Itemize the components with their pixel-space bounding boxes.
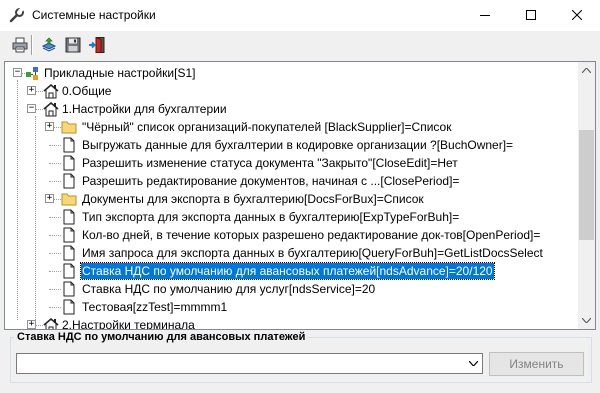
folder-icon [61,119,77,135]
tree-connector [49,163,61,164]
printer-icon [12,37,28,53]
plus-icon: + [46,121,53,131]
group-caption: Ставка НДС по умолчанию для авансовых пл… [14,331,309,343]
tree-node-label[interactable]: Прикладные настройки[S1] [43,65,196,81]
wrench-icon [9,8,24,23]
exit-button[interactable] [86,34,108,56]
expand-toggle[interactable]: + [45,193,54,203]
expand-toggle[interactable]: + [27,319,36,329]
chevron-up-icon [582,68,591,73]
expand-toggle[interactable]: + [45,121,54,131]
tree-node-label[interactable]: Кол-во дней, в течение которых разрешено… [81,227,541,243]
minus-icon: − [28,103,35,113]
tree-node[interactable]: + "Чёрный" список организаций-покупателей… [5,118,575,136]
tree-node[interactable]: Имя запроса для экспорта данных в бухгал… [5,244,575,262]
expand-toggle[interactable]: + [27,85,36,95]
tree-connector [49,289,61,290]
tree-connector [49,271,61,272]
house-icon [43,101,59,117]
tree-node[interactable]: − Прикладные настройки[S1] [5,64,575,82]
combo-dropdown-button[interactable] [465,354,482,373]
tree-node-label-selected[interactable]: Ставка НДС по умолчанию для авансовых пл… [80,262,495,280]
tree-node[interactable]: + Документы для экспорта в бухгалтерию[Do… [5,190,575,208]
tree-node-label[interactable]: Имя запроса для экспорта данных в бухгал… [81,245,544,261]
maximize-icon [526,10,536,20]
minimize-button[interactable] [462,0,508,31]
scrollbar-thumb[interactable] [579,130,594,240]
document-icon [61,209,77,225]
plus-icon: + [28,85,35,95]
exit-door-icon [89,37,105,53]
tree-node-label[interactable]: 2.Настройки терминала [61,317,196,329]
tree-connector [49,253,61,254]
floppy-disk-icon [65,37,81,53]
collapse-toggle[interactable]: − [27,103,36,113]
tree-node-label[interactable]: 1.Настройки для бухгалтерии [61,101,228,117]
tree-node[interactable]: Кол-во дней, в течение которых разрешено… [5,226,575,244]
minimize-icon [480,15,490,16]
tree-node[interactable]: Тестовая[zzTest]=mmmm1 [5,298,575,316]
tree-node[interactable]: Ставка НДС по умолчанию для авансовых пл… [5,262,575,280]
tree-node-label[interactable]: Документы для экспорта в бухгалтерию[Doc… [81,191,425,207]
tree-node[interactable]: − 1.Настройки для бухгалтерии [5,100,575,118]
import-button[interactable] [38,34,60,56]
tree-node[interactable]: Тип экспорта для экспорта данных в бухга… [5,208,575,226]
plus-icon: + [46,193,53,203]
tree-node[interactable]: Выгружать данные для бухгалтерии в кодир… [5,136,575,154]
toolbar-separator [31,35,33,55]
value-combobox[interactable] [16,353,483,374]
minus-icon: − [14,67,21,77]
tree-node-label[interactable]: Выгружать данные для бухгалтерии в кодир… [81,137,514,153]
tree-connector [49,217,61,218]
tree-node-label[interactable]: "Чёрный" список организаций-покупателей … [81,119,452,135]
document-icon [61,173,77,189]
change-button[interactable]: Изменить [489,352,584,376]
print-button[interactable] [9,34,31,56]
window-title: Системные настройки [32,8,156,22]
scroll-down-button[interactable] [578,312,595,329]
chevron-down-icon [582,318,591,323]
house-icon [43,317,59,329]
tree-root-icon [25,65,41,81]
document-icon [61,299,77,315]
tree-node-label[interactable]: Разрешить изменение статуса документа "З… [81,155,459,171]
upload-icon [41,37,57,52]
tree-node-label[interactable]: Ставка НДС по умолчанию для услуг[ndsSer… [81,281,376,297]
tree-node[interactable]: +0.Общие [5,82,575,100]
tree-connector [49,307,61,308]
scroll-up-button[interactable] [578,62,595,79]
document-icon [61,155,77,171]
tree-node[interactable]: Разрешить редактирование документов, нач… [5,172,575,190]
house-icon [43,83,59,99]
document-icon [61,263,77,279]
document-icon [61,281,77,297]
tree-node[interactable]: Разрешить изменение статуса документа "З… [5,154,575,172]
vertical-scrollbar[interactable] [578,62,595,329]
title-bar: Системные настройки [0,0,600,31]
chevron-down-icon [469,361,478,366]
maximize-button[interactable] [508,0,554,31]
document-icon [61,137,77,153]
close-button[interactable] [554,0,600,31]
tree-node-label[interactable]: Тестовая[zzTest]=mmmm1 [81,299,228,315]
plus-icon: + [28,319,35,329]
tree-connector [49,145,61,146]
tree-connector [49,235,61,236]
document-icon [61,245,77,261]
settings-tree[interactable]: − Прикладные настройки[S1] +0.Общие −1.Наст… [4,61,596,330]
document-icon [61,227,77,243]
folder-icon [61,191,77,207]
tree-connector [49,181,61,182]
tree-node-label[interactable]: Разрешить редактирование документов, нач… [81,173,460,189]
close-icon [572,10,582,20]
tree-node-label[interactable]: 0.Общие [61,83,112,99]
tree-node[interactable]: +2.Настройки терминала [5,316,575,329]
tree-node-label[interactable]: Тип экспорта для экспорта данных в бухга… [81,209,460,225]
save-button[interactable] [62,34,84,56]
toolbar [0,31,600,61]
tree-node[interactable]: Ставка НДС по умолчанию для услуг[ndsSer… [5,280,575,298]
collapse-toggle[interactable]: − [13,67,22,77]
